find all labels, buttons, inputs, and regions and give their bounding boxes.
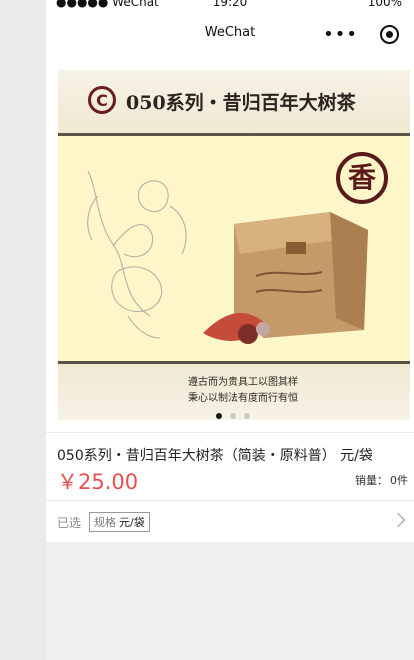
sales-label: 销量：: [355, 474, 388, 487]
phone-screen: ●●●●● WeChat 19:20 100% WeChat ••• C 050…: [46, 0, 414, 660]
banner-caption-line-1: 遵古而为贵具工以图其样: [188, 377, 298, 388]
banner-header: C 050系列・昔归百年大树茶: [58, 70, 410, 136]
sales-count: 销量： 0件: [355, 472, 408, 488]
spec-value: 元/袋: [119, 516, 145, 529]
empty-content-area: [46, 542, 414, 660]
more-dots-icon[interactable]: •••: [323, 24, 358, 45]
spec-chip[interactable]: 规格 元/袋: [89, 512, 150, 532]
spec-selector-row[interactable]: 已选 规格 元/袋: [46, 501, 414, 542]
status-bar: ●●●●● WeChat 19:20 100%: [46, 0, 414, 13]
battery-label: 100%: [367, 0, 402, 9]
product-title: 050系列・昔归百年大树茶（简装・原料普） 元/袋: [57, 448, 373, 464]
banner-title: 050系列・昔归百年大树茶: [126, 92, 356, 114]
carousel-dot-1[interactable]: [216, 413, 222, 419]
product-price: ￥25.00: [57, 470, 139, 494]
banner-footer: 遵古而为贵具工以图其样 秉心以制法有度而行有恒: [58, 361, 410, 420]
nav-bar: WeChat •••: [46, 18, 414, 52]
banner-image: 香: [58, 136, 410, 361]
chevron-right-icon[interactable]: [390, 512, 406, 528]
selected-label: 已选: [57, 516, 82, 530]
nav-title: WeChat: [204, 25, 256, 40]
banner-caption-line-2: 秉心以制法有度而行有恒: [188, 393, 298, 404]
sales-value: 0件: [390, 474, 408, 487]
carousel-dot-2[interactable]: [230, 413, 236, 419]
carousel-dot-3[interactable]: [244, 413, 250, 419]
product-banner[interactable]: C 050系列・昔归百年大树茶 香 遵古而为贵具工以图其样 秉心以制法有度而行有…: [58, 70, 410, 420]
divider: [46, 432, 414, 433]
banner-caption: 遵古而为贵具工以图其样 秉心以制法有度而行有恒: [153, 375, 333, 407]
spec-label: 规格: [94, 516, 116, 529]
carousel-dots[interactable]: [216, 413, 250, 419]
time-label: 19:20: [212, 0, 248, 9]
banner-logo-icon: C: [88, 86, 116, 114]
left-gutter: [0, 0, 46, 660]
target-icon[interactable]: [380, 25, 399, 44]
banner-seal: 香: [336, 152, 388, 204]
